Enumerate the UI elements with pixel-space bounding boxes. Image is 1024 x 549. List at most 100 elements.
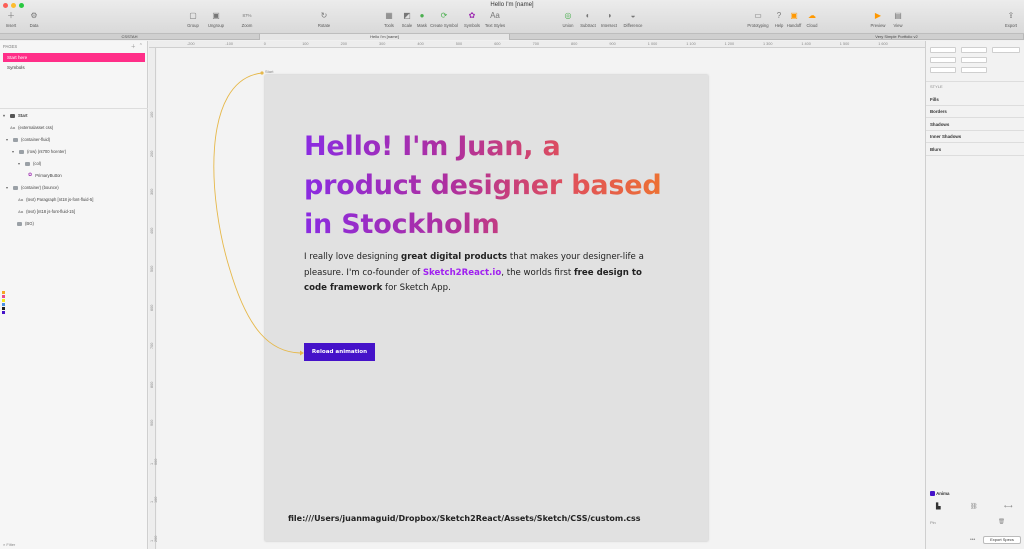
swatch[interactable] bbox=[2, 299, 5, 302]
artboard-icon bbox=[10, 113, 15, 118]
swatch[interactable] bbox=[2, 307, 5, 310]
layer-artboard-start[interactable]: ▾ Start bbox=[3, 111, 28, 120]
inspector-field[interactable] bbox=[961, 47, 987, 53]
folder-icon bbox=[19, 149, 24, 154]
ruler-tick-label: 1 000 bbox=[647, 42, 658, 46]
ruler-tick-label: 1 100 bbox=[686, 42, 696, 46]
layer-item[interactable]: Aa (text) [nt18 js-font-fluid-15] bbox=[18, 207, 75, 216]
export-specs-button[interactable]: Export Specs bbox=[983, 536, 1021, 544]
tab-csstah[interactable]: CSSTAH bbox=[0, 34, 260, 40]
text-styles-button[interactable]: Aa Text Styles bbox=[482, 11, 508, 28]
union-icon: ◎ bbox=[564, 11, 572, 20]
cloud-button[interactable]: ☁ Cloud bbox=[799, 11, 825, 28]
view-button[interactable]: ▤ View bbox=[885, 11, 911, 28]
group-icon: ▢ bbox=[189, 11, 197, 20]
ruler-tick-label: 700 bbox=[150, 342, 154, 349]
layer-item[interactable]: (BG) bbox=[10, 219, 34, 228]
text-layer-icon: Aa bbox=[18, 209, 24, 214]
panel-divider bbox=[0, 108, 148, 109]
inspector-field[interactable] bbox=[992, 47, 1020, 53]
ungroup-icon: ▣ bbox=[212, 11, 220, 20]
folder-icon bbox=[17, 221, 22, 226]
cloud-icon: ☁ bbox=[808, 11, 816, 20]
link-icon[interactable]: ⛓ bbox=[970, 503, 978, 510]
anima-logo-icon bbox=[930, 491, 935, 497]
resize-icon[interactable]: ⟷ bbox=[1004, 503, 1013, 510]
ungroup-button[interactable]: ▣ Ungroup bbox=[203, 11, 229, 28]
divider bbox=[926, 142, 1024, 143]
swatch[interactable] bbox=[2, 291, 5, 294]
divider bbox=[926, 81, 1024, 82]
delete-icon[interactable]: 🗑 bbox=[998, 519, 1005, 525]
more-icon[interactable]: ••• bbox=[970, 537, 975, 543]
page-symbols[interactable]: Symbols bbox=[3, 63, 145, 72]
inspector-field[interactable] bbox=[930, 47, 956, 53]
ruler-tick-label: 800 bbox=[571, 42, 578, 46]
ruler-tick-label: 900 bbox=[609, 42, 616, 46]
page-start-here[interactable]: Start here bbox=[3, 53, 145, 62]
intersect-icon: ◑ bbox=[606, 11, 612, 20]
intro-paragraph[interactable]: I really love designing great digital pr… bbox=[304, 250, 644, 297]
headline[interactable]: Hello! I'm Juan, a product designer base… bbox=[304, 127, 684, 244]
ruler-tick-label: 1 400 bbox=[801, 42, 811, 46]
difference-button[interactable]: ◒ Difference bbox=[620, 11, 646, 28]
shadows-section[interactable]: Shadows bbox=[930, 122, 1022, 127]
folder-icon bbox=[13, 137, 18, 142]
subtract-icon: ◐ bbox=[585, 11, 591, 20]
create-symbol-button[interactable]: ⟳ Create Symbol bbox=[427, 11, 461, 28]
artboard-start[interactable]: Hello! I'm Juan, a product designer base… bbox=[265, 75, 708, 541]
fills-section[interactable]: Fills bbox=[930, 97, 1022, 102]
view-icon: ▤ bbox=[894, 11, 902, 20]
data-button[interactable]: ⚙ Data bbox=[21, 11, 47, 28]
add-page-icon[interactable]: ＋ bbox=[131, 43, 136, 50]
inspector-field[interactable] bbox=[930, 57, 956, 63]
chevron-down-icon: ▾ bbox=[3, 113, 6, 118]
rotate-icon: ↻ bbox=[320, 11, 328, 20]
layer-item[interactable]: Aa (text) Paragraph [nt18 js-font-fluid-5… bbox=[18, 195, 93, 204]
tab-portfolio[interactable]: Very Simple Portfolio v2 bbox=[770, 34, 1024, 40]
handoff-icon: ▣ bbox=[790, 11, 798, 20]
chevron-down-icon: ▾ bbox=[6, 185, 9, 190]
ruler-tick-label: 600 bbox=[150, 304, 154, 311]
tab-hello[interactable]: Hello I'm [name] bbox=[260, 34, 510, 40]
inspector-field[interactable] bbox=[930, 67, 956, 73]
ruler-tick-label: 300 bbox=[379, 42, 386, 46]
swatch[interactable] bbox=[2, 311, 5, 314]
inspector-field[interactable] bbox=[961, 67, 987, 73]
inner-shadows-section[interactable]: Inner Shadows bbox=[930, 134, 1022, 139]
tools-icon: ▦ bbox=[385, 11, 393, 20]
chevron-down-icon: ▾ bbox=[18, 161, 21, 166]
divider bbox=[926, 155, 1024, 156]
ruler-tick-label: 700 bbox=[532, 42, 539, 46]
document-tabs: CSSTAH Hello I'm [name] Very Simple Port… bbox=[0, 34, 1024, 40]
ruler-tick-label: 900 bbox=[150, 419, 154, 426]
inspector-field[interactable] bbox=[961, 57, 987, 63]
collapse-pages-icon[interactable]: ⌃ bbox=[139, 43, 143, 50]
swatch[interactable] bbox=[2, 303, 5, 306]
artboard-name[interactable]: Start bbox=[265, 69, 273, 74]
plus-icon: ＋ bbox=[7, 11, 15, 20]
layer-item[interactable]: Aa (externalasset css) bbox=[10, 123, 53, 132]
rotate-button[interactable]: ↻ Rotate bbox=[311, 11, 337, 28]
symbols-icon: ✿ bbox=[468, 11, 476, 20]
data-icon: ⚙ bbox=[30, 11, 38, 20]
zoom-control[interactable]: 87% Zoom bbox=[234, 11, 260, 28]
reload-animation-button[interactable]: Reload animation bbox=[304, 343, 375, 361]
intersect-button[interactable]: ◑ Intersect bbox=[596, 11, 622, 28]
layer-item[interactable]: ✿ PrimaryButton bbox=[28, 171, 62, 180]
export-button[interactable]: ⇪ Export bbox=[998, 11, 1024, 28]
filter-field[interactable]: ⌕ Filter bbox=[3, 542, 15, 547]
borders-section[interactable]: Borders bbox=[930, 109, 1022, 114]
swatch[interactable] bbox=[2, 295, 5, 298]
layer-item[interactable]: ▾ (col) bbox=[18, 159, 41, 168]
toolbar: Hello I'm [name] ＋ Insert ⚙ Data ▢ Group ▣ U… bbox=[0, 0, 1024, 34]
layout-icon[interactable]: ▙ bbox=[936, 503, 941, 510]
ruler-tick-label: 100 bbox=[150, 111, 154, 118]
layer-item[interactable]: ▾ (container-fluid) bbox=[6, 135, 50, 144]
mask-icon: ● bbox=[419, 11, 425, 20]
layer-item[interactable]: ▾ (row) (nt700 hcenter) bbox=[12, 147, 66, 156]
chevron-down-icon: ▾ bbox=[12, 149, 15, 154]
blurs-section[interactable]: Blurs bbox=[930, 147, 1022, 152]
layer-item[interactable]: ▾ (container) (bounce) bbox=[6, 183, 59, 192]
symbol-instance-icon: ✿ bbox=[28, 172, 33, 178]
